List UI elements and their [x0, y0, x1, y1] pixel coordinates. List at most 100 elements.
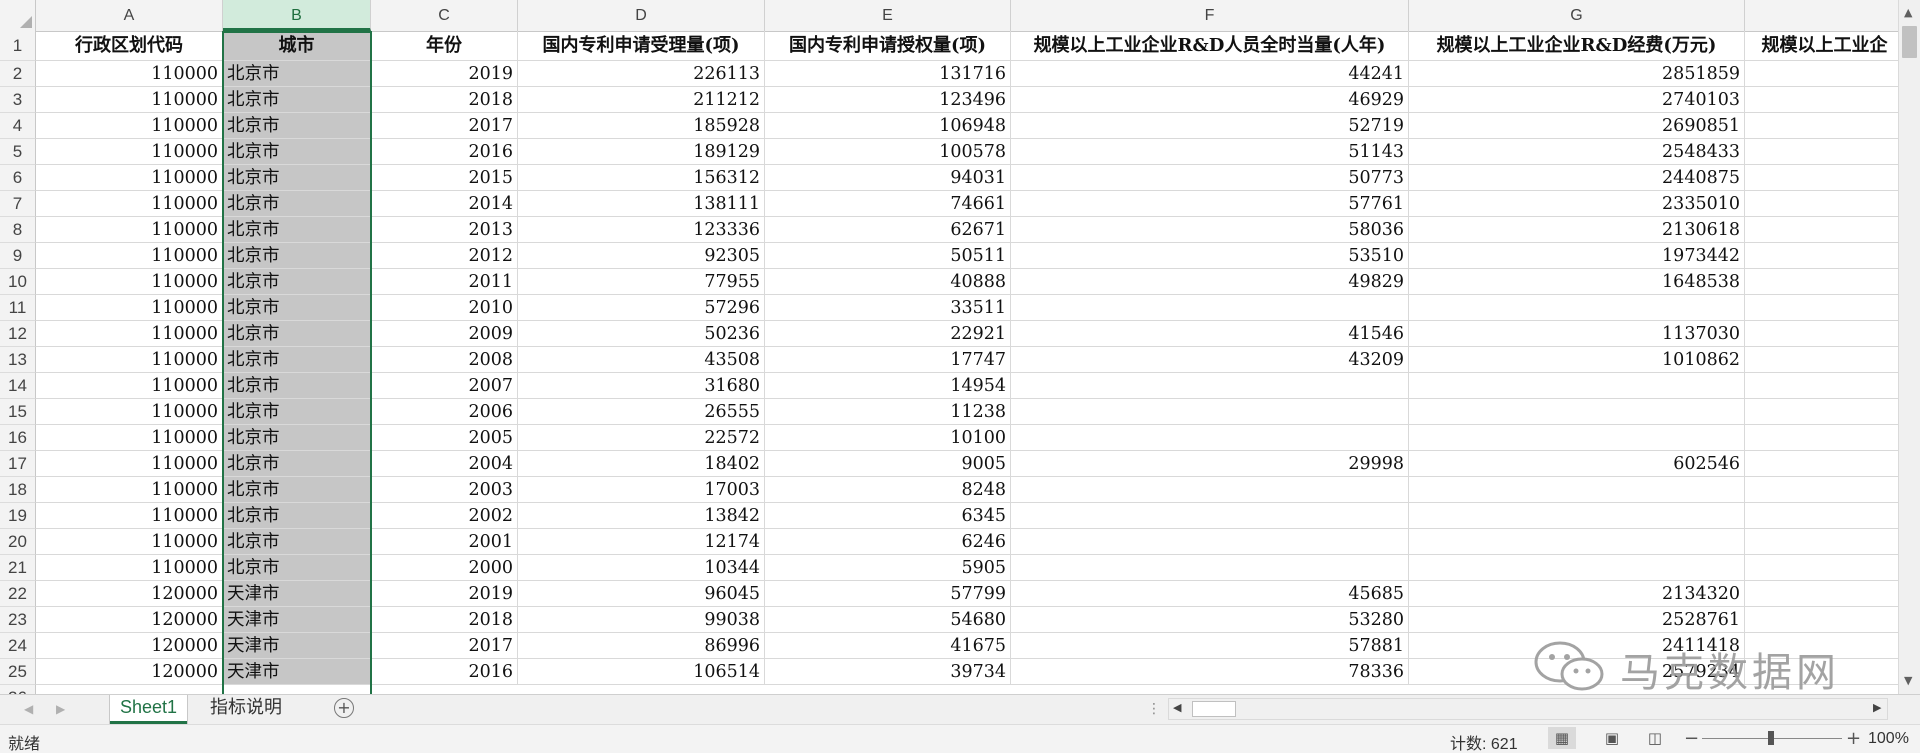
table-cell[interactable]: 1010862 — [1409, 347, 1745, 373]
table-cell[interactable]: 2018 — [371, 607, 518, 633]
table-cell[interactable] — [1745, 529, 1898, 555]
table-cell[interactable]: 123496 — [765, 87, 1011, 113]
column-header-h[interactable] — [1745, 0, 1898, 31]
tab-nav-next-icon[interactable]: ▶ — [56, 702, 65, 716]
table-cell[interactable] — [1409, 373, 1745, 399]
scroll-up-icon[interactable]: ▲ — [1904, 6, 1912, 19]
table-cell[interactable]: 2019 — [371, 61, 518, 87]
table-cell[interactable]: 52719 — [1011, 113, 1409, 139]
table-cell[interactable]: 2009 — [371, 321, 518, 347]
table-cell[interactable]: 北京市 — [223, 191, 371, 217]
table-cell[interactable] — [1745, 243, 1898, 269]
row-header[interactable]: 21 — [0, 555, 36, 581]
table-cell[interactable]: 11238 — [765, 399, 1011, 425]
table-cell[interactable]: 57296 — [518, 295, 765, 321]
table-cell[interactable]: 1648538 — [1409, 269, 1745, 295]
table-cell[interactable]: 北京市 — [223, 139, 371, 165]
zoom-slider-knob[interactable] — [1768, 731, 1774, 745]
add-sheet-icon[interactable]: + — [334, 698, 354, 718]
table-cell[interactable]: 北京市 — [223, 61, 371, 87]
table-cell[interactable]: 110000 — [36, 347, 223, 373]
table-cell[interactable]: 北京市 — [223, 477, 371, 503]
table-cell[interactable] — [1409, 555, 1745, 581]
table-cell[interactable]: 226113 — [518, 61, 765, 87]
table-cell[interactable]: 44241 — [1011, 61, 1409, 87]
table-cell[interactable]: 北京市 — [223, 87, 371, 113]
table-cell[interactable] — [1409, 425, 1745, 451]
table-cell[interactable]: 14954 — [765, 373, 1011, 399]
table-cell[interactable]: 6246 — [765, 529, 1011, 555]
table-cell[interactable]: 131716 — [765, 61, 1011, 87]
table-cell[interactable]: 2017 — [371, 113, 518, 139]
table-cell[interactable]: 110000 — [36, 477, 223, 503]
table-cell[interactable]: 62671 — [765, 217, 1011, 243]
table-cell[interactable]: 北京市 — [223, 529, 371, 555]
header-cell[interactable]: 规模以上工业企 — [1745, 31, 1898, 61]
tab-nav-prev-icon[interactable]: ◀ — [24, 702, 33, 716]
row-header[interactable]: 26 — [0, 685, 36, 694]
table-cell[interactable]: 110000 — [36, 165, 223, 191]
normal-view-icon[interactable]: ▦ — [1548, 727, 1576, 749]
table-cell[interactable]: 17747 — [765, 347, 1011, 373]
column-header-g[interactable]: G — [1409, 0, 1745, 31]
table-cell[interactable]: 189129 — [518, 139, 765, 165]
row-header[interactable]: 6 — [0, 165, 36, 191]
table-cell[interactable]: 57881 — [1011, 633, 1409, 659]
table-cell[interactable]: 2000 — [371, 555, 518, 581]
table-cell[interactable] — [1745, 451, 1898, 477]
table-cell[interactable]: 17003 — [518, 477, 765, 503]
table-cell[interactable]: 120000 — [36, 607, 223, 633]
row-header[interactable]: 1 — [0, 31, 36, 61]
table-cell[interactable]: 8248 — [765, 477, 1011, 503]
table-cell[interactable]: 110000 — [36, 191, 223, 217]
table-cell[interactable] — [1745, 61, 1898, 87]
table-cell[interactable]: 106948 — [765, 113, 1011, 139]
header-cell[interactable]: 国内专利申请授权量(项) — [765, 31, 1011, 61]
table-cell[interactable]: 2440875 — [1409, 165, 1745, 191]
table-cell[interactable] — [1745, 581, 1898, 607]
column-header-e[interactable]: E — [765, 0, 1011, 31]
table-cell[interactable]: 110000 — [36, 295, 223, 321]
table-cell[interactable]: 33511 — [765, 295, 1011, 321]
table-cell[interactable] — [1745, 399, 1898, 425]
table-cell[interactable]: 50511 — [765, 243, 1011, 269]
table-cell[interactable] — [1745, 269, 1898, 295]
table-cell[interactable]: 50236 — [518, 321, 765, 347]
row-header[interactable]: 3 — [0, 87, 36, 113]
table-cell[interactable]: 2016 — [371, 139, 518, 165]
table-cell[interactable]: 10100 — [765, 425, 1011, 451]
table-cell[interactable]: 北京市 — [223, 347, 371, 373]
row-header[interactable]: 22 — [0, 581, 36, 607]
page-layout-view-icon[interactable]: ▣ — [1598, 727, 1626, 749]
header-cell[interactable]: 年份 — [371, 31, 518, 61]
page-break-view-icon[interactable]: ◫ — [1641, 727, 1669, 749]
table-cell[interactable]: 57799 — [765, 581, 1011, 607]
table-cell[interactable]: 41675 — [765, 633, 1011, 659]
table-cell[interactable]: 2002 — [371, 503, 518, 529]
row-header[interactable]: 17 — [0, 451, 36, 477]
table-cell[interactable] — [1745, 477, 1898, 503]
splitter-grip-icon[interactable]: ⋮ — [1147, 701, 1161, 717]
table-cell[interactable]: 北京市 — [223, 503, 371, 529]
table-cell[interactable]: 110000 — [36, 321, 223, 347]
table-cell[interactable]: 110000 — [36, 113, 223, 139]
table-cell[interactable]: 46929 — [1011, 87, 1409, 113]
table-cell[interactable]: 2012 — [371, 243, 518, 269]
table-cell[interactable]: 北京市 — [223, 243, 371, 269]
table-cell[interactable]: 77955 — [518, 269, 765, 295]
table-cell[interactable]: 2018 — [371, 87, 518, 113]
row-header[interactable]: 10 — [0, 269, 36, 295]
vertical-scrollbar[interactable]: ▲ ▼ — [1898, 0, 1920, 694]
table-cell[interactable]: 110000 — [36, 529, 223, 555]
table-cell[interactable]: 41546 — [1011, 321, 1409, 347]
table-cell[interactable]: 110000 — [36, 503, 223, 529]
table-cell[interactable]: 110000 — [36, 451, 223, 477]
table-cell[interactable]: 106514 — [518, 659, 765, 685]
header-cell[interactable]: 城市 — [223, 31, 371, 61]
worksheet-grid[interactable]: ABCDEFG 1 行政区划代码 城市 年份 国内专利申请受理量(项) 国内专利申请授权量… — [0, 0, 1898, 694]
table-cell[interactable]: 26555 — [518, 399, 765, 425]
table-cell[interactable]: 2019 — [371, 581, 518, 607]
table-cell[interactable] — [1011, 529, 1409, 555]
row-header[interactable]: 7 — [0, 191, 36, 217]
table-cell[interactable]: 43209 — [1011, 347, 1409, 373]
